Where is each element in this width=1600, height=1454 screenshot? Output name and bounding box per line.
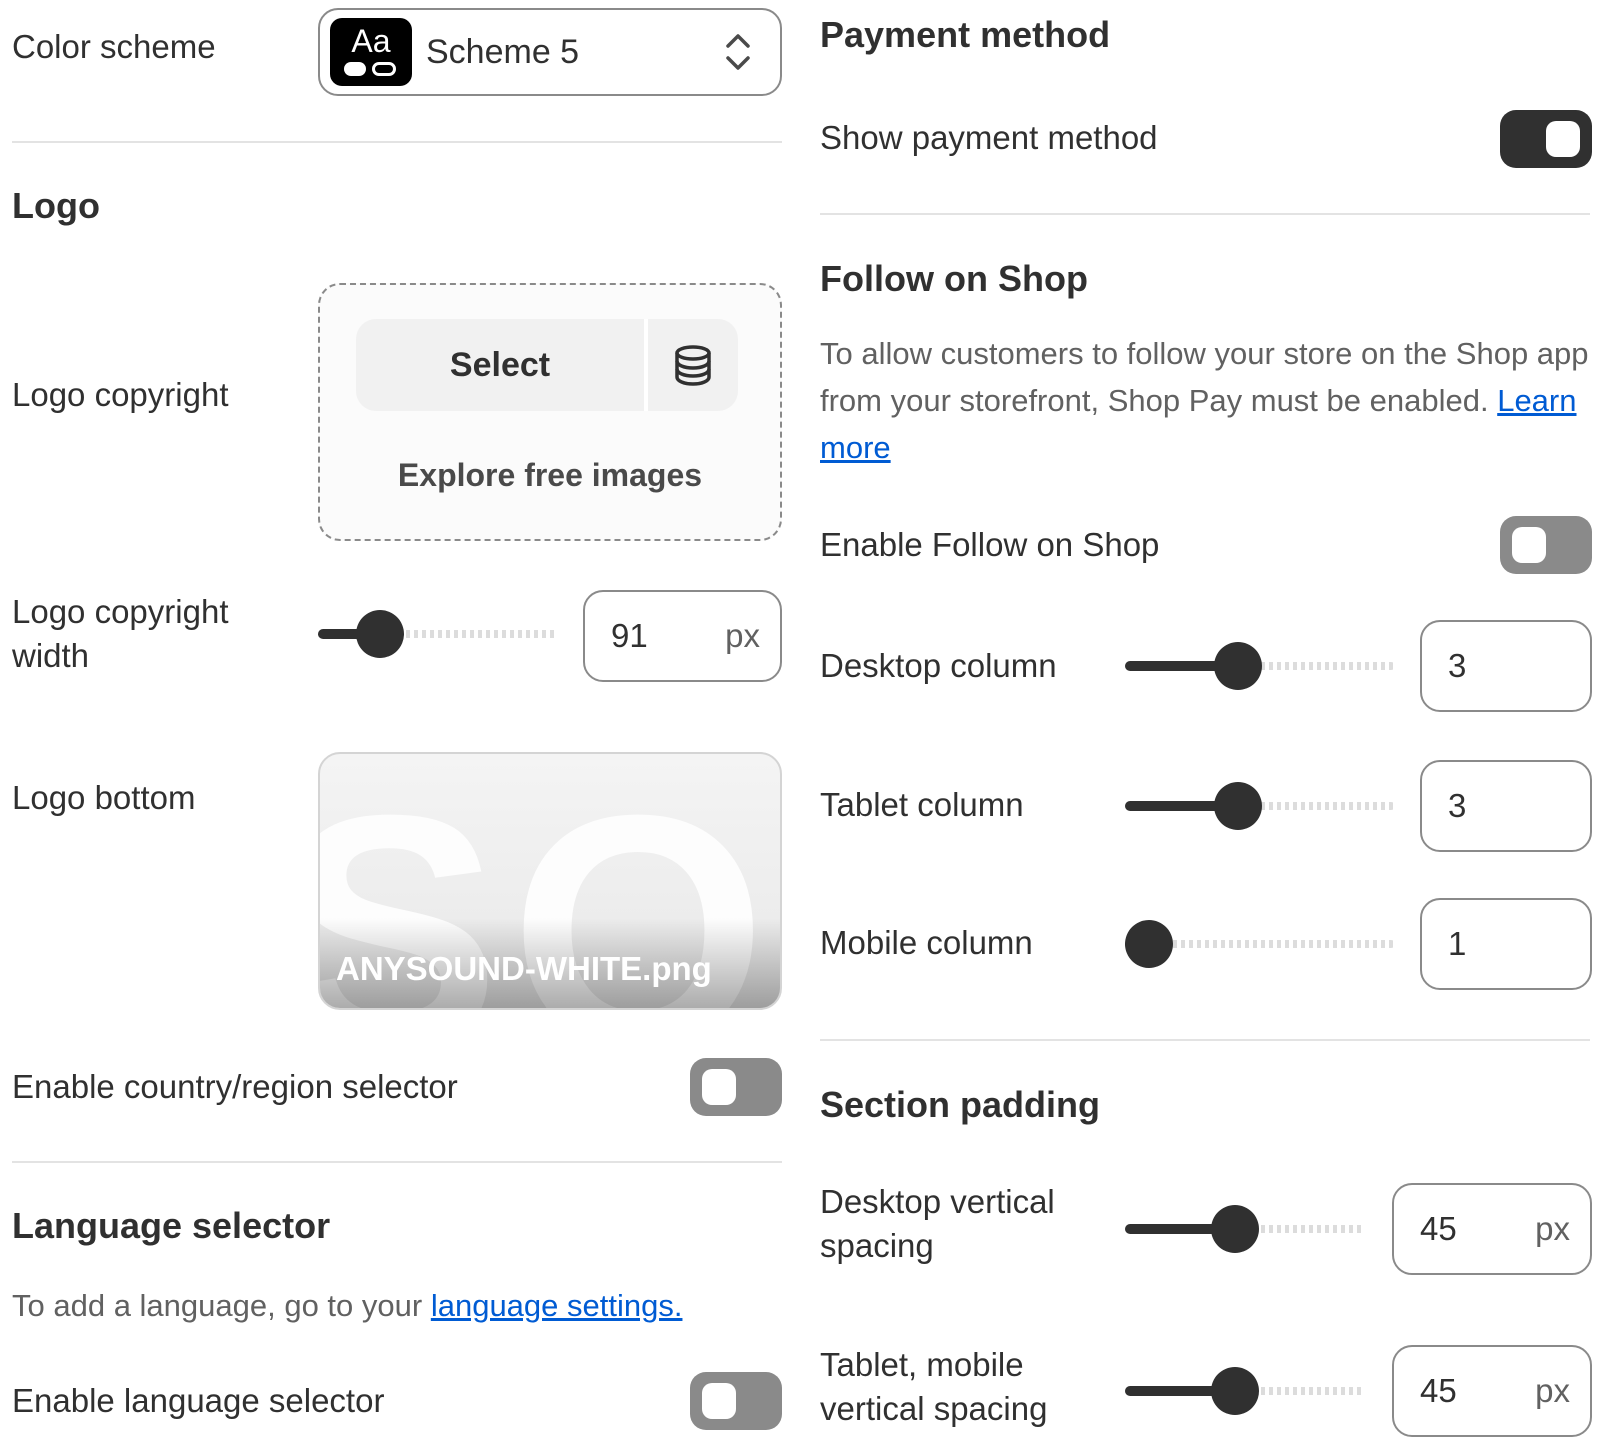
color-scheme-value: Scheme 5 [426,32,580,71]
scheme-swatch: Aa [330,18,412,86]
database-button[interactable] [648,319,738,411]
slider-thumb[interactable] [1125,920,1173,968]
tablet-column-slider[interactable] [1125,782,1395,830]
swatch-text: Aa [351,23,391,59]
logo-bottom-label: Logo bottom [12,779,196,816]
divider [12,141,782,143]
desktop-spacing-slider[interactable] [1125,1205,1365,1253]
section-padding-heading: Section padding [820,1084,1101,1125]
tablet-mobile-spacing-label: Tablet, mobile vertical spacing [820,1346,1048,1427]
tablet-column-input[interactable]: 3 [1420,760,1592,852]
desktop-column-slider[interactable] [1125,642,1395,690]
slider-thumb[interactable] [356,610,405,658]
desktop-column-label: Desktop column [820,647,1057,684]
color-scheme-label: Color scheme [12,28,216,65]
logo-width-unit: px [725,617,760,654]
language-settings-link[interactable]: language settings. [431,1288,683,1323]
country-selector-toggle[interactable] [690,1058,782,1116]
tablet-mobile-spacing-input[interactable]: 45 px [1392,1345,1592,1437]
show-payment-method-label: Show payment method [820,119,1158,156]
tablet-mobile-spacing-unit: px [1535,1372,1570,1409]
tablet-column-label: Tablet column [820,786,1024,823]
mobile-column-input[interactable]: 1 [1420,898,1592,990]
logo-bottom-preview[interactable]: SO ANYSOUND-WHITE.png [318,752,782,1010]
select-image-button[interactable]: Select [356,319,644,411]
desktop-column-value: 3 [1448,647,1467,684]
tablet-mobile-spacing-slider[interactable] [1125,1367,1365,1415]
slider-thumb[interactable] [1211,1205,1260,1253]
logo-width-value: 91 [611,617,648,654]
chevron-up-down-icon [726,34,750,70]
mobile-column-slider[interactable] [1125,920,1395,968]
desktop-spacing-value: 45 [1420,1210,1457,1247]
enable-follow-toggle[interactable] [1500,516,1592,574]
color-scheme-select[interactable]: Aa Scheme 5 [318,8,782,96]
language-selector-label: Enable language selector [12,1382,385,1419]
tablet-column-value: 3 [1448,787,1467,824]
follow-on-shop-heading: Follow on Shop [820,258,1088,299]
logo-copyright-dropzone[interactable]: Select Explore free images [318,283,782,541]
country-selector-label: Enable country/region selector [12,1068,458,1105]
mobile-column-label: Mobile column [820,924,1033,961]
tablet-mobile-spacing-value: 45 [1420,1372,1457,1409]
divider [12,1161,782,1163]
follow-help-text: To allow customers to follow your store … [820,330,1590,471]
show-payment-method-toggle[interactable] [1500,110,1592,168]
payment-method-heading: Payment method [820,14,1111,55]
logo-width-input[interactable]: 91 px [583,590,782,682]
logo-bottom-filename: ANYSOUND-WHITE.png [336,950,712,987]
select-button-group: Select [356,319,738,411]
divider [820,213,1590,215]
desktop-spacing-input[interactable]: 45 px [1392,1183,1592,1275]
slider-thumb[interactable] [1213,642,1262,690]
language-selector-heading: Language selector [12,1205,331,1246]
logo-copyright-label: Logo copyright [12,376,229,413]
enable-follow-label: Enable Follow on Shop [820,526,1160,563]
slider-thumb[interactable] [1213,782,1262,830]
divider [820,1039,1590,1041]
follow-help-copy: To allow customers to follow your store … [820,336,1589,418]
slider-thumb[interactable] [1211,1367,1260,1415]
desktop-column-input[interactable]: 3 [1420,620,1592,712]
logo-copyright-width-label: Logo copyright width [12,593,229,674]
language-selector-toggle[interactable] [690,1372,782,1430]
desktop-spacing-unit: px [1535,1210,1570,1247]
logo-width-slider[interactable] [318,610,558,658]
mobile-column-value: 1 [1448,925,1467,962]
language-help-text: To add a language, go to your language s… [12,1282,682,1329]
language-help-copy: To add a language, go to your [12,1288,431,1323]
explore-free-images-link[interactable]: Explore free images [320,457,780,494]
logo-heading: Logo [12,185,100,226]
desktop-spacing-label: Desktop vertical spacing [820,1183,1055,1264]
database-icon [675,345,711,386]
